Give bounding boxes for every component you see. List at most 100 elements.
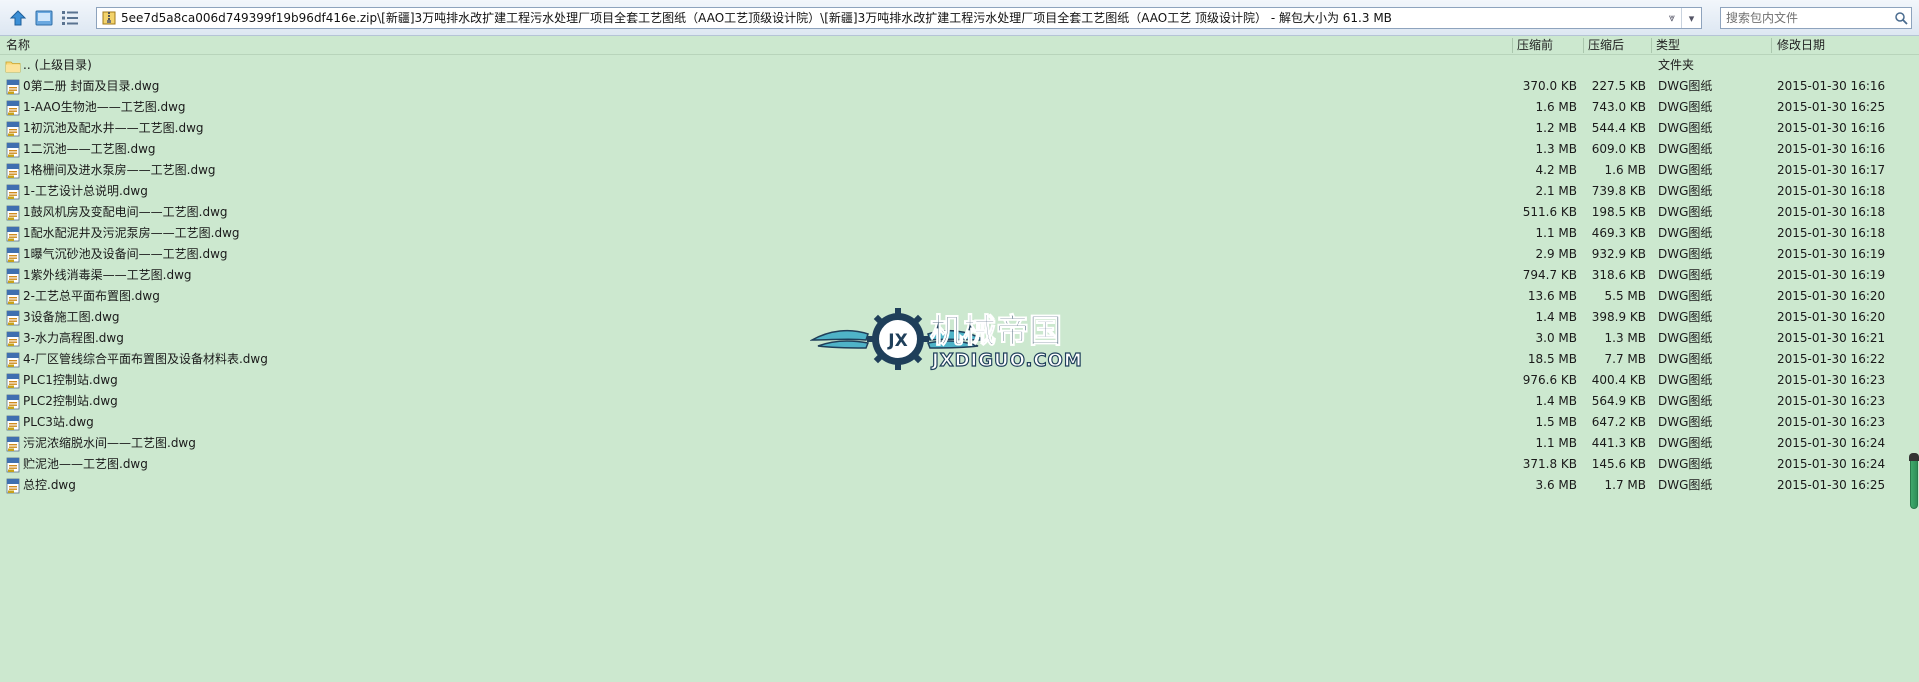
list-item[interactable]: PLC2控制站.dwg 1.4 MB 564.9 KB DWG图纸 2015-01-30… (0, 391, 1906, 412)
file-type: DWG图纸 (1658, 373, 1713, 387)
scrollbar-thumb[interactable] (1910, 453, 1918, 509)
list-item-parent-directory[interactable]: .. (上级目录) 文件夹 (0, 55, 1906, 76)
file-type: DWG图纸 (1658, 352, 1713, 366)
file-type: DWG图纸 (1658, 205, 1713, 219)
column-date[interactable]: 修改日期 (1777, 36, 1825, 55)
scrollbar-grip[interactable] (1909, 453, 1919, 461)
list-item[interactable]: 1鼓风机房及变配电间——工艺图.dwg 511.6 KB 198.5 KB DWG图纸… (0, 202, 1906, 223)
list-item[interactable]: 1配水配泥井及污泥泵房——工艺图.dwg 1.1 MB 469.3 KB DWG图纸 2… (0, 223, 1906, 244)
file-date: 2015-01-30 16:16 (1777, 121, 1886, 135)
list-item[interactable]: 0第二册 封面及目录.dwg 370.0 KB 227.5 KB DWG图纸 2015-… (0, 76, 1906, 97)
file-size-unpacked: 564.9 KB (1591, 394, 1646, 408)
dwg-file-icon (5, 205, 21, 221)
list-item[interactable]: 1-AAO生物池——工艺图.dwg 1.6 MB 743.0 KB DWG图纸 2015… (0, 97, 1906, 118)
list-item[interactable]: 贮泥池——工艺图.dwg 371.8 KB 145.6 KB DWG图纸 2015-01… (0, 454, 1906, 475)
file-type: DWG图纸 (1658, 268, 1713, 282)
toolbar: 5ee7d5a8ca006d749399f19b96df416e.zip\[新疆… (0, 0, 1919, 36)
column-header: 名称 压缩前 压缩后 类型 修改日期 (0, 36, 1919, 55)
file-date: 2015-01-30 16:25 (1777, 100, 1886, 114)
file-name: 1配水配泥井及污泥泵房——工艺图.dwg (23, 226, 240, 240)
file-size-unpacked: 5.5 MB (1604, 289, 1646, 303)
column-name[interactable]: 名称 (6, 36, 30, 55)
column-divider[interactable] (1583, 38, 1584, 53)
list-item[interactable]: 1-工艺设计总说明.dwg 2.1 MB 739.8 KB DWG图纸 2015-01-… (0, 181, 1906, 202)
vertical-scrollbar[interactable] (1908, 55, 1919, 682)
file-size-packed: 13.6 MB (1527, 289, 1577, 303)
column-packed[interactable]: 压缩前 (1517, 36, 1553, 55)
address-history-button[interactable]: ⩔ (1663, 8, 1681, 28)
file-name: 1鼓风机房及变配电间——工艺图.dwg (23, 205, 228, 219)
column-unpacked[interactable]: 压缩后 (1588, 36, 1624, 55)
file-size-unpacked: 544.4 KB (1591, 121, 1646, 135)
column-divider[interactable] (1512, 38, 1513, 53)
search-input[interactable] (1721, 8, 1891, 28)
file-date: 2015-01-30 16:25 (1777, 478, 1886, 492)
view-button[interactable] (32, 6, 56, 30)
dwg-file-icon (5, 394, 21, 410)
dwg-file-icon (5, 163, 21, 179)
file-type: DWG图纸 (1658, 457, 1713, 471)
file-size-packed: 794.7 KB (1522, 268, 1577, 282)
file-name: 3-水力高程图.dwg (23, 331, 124, 345)
file-size-packed: 3.0 MB (1535, 331, 1577, 345)
dwg-file-icon (5, 121, 21, 137)
file-size-packed: 1.3 MB (1535, 142, 1577, 156)
address-bar[interactable]: 5ee7d5a8ca006d749399f19b96df416e.zip\[新疆… (96, 7, 1702, 29)
file-size-packed: 1.1 MB (1535, 226, 1577, 240)
file-name: 4-厂区管线综合平面布置图及设备材料表.dwg (23, 352, 268, 366)
arrow-up-icon (8, 8, 28, 28)
dwg-file-icon (5, 415, 21, 431)
file-date: 2015-01-30 16:16 (1777, 142, 1886, 156)
file-size-packed: 511.6 KB (1522, 205, 1577, 219)
search-box[interactable] (1720, 7, 1912, 29)
file-size-packed: 1.4 MB (1535, 394, 1577, 408)
list-item[interactable]: PLC1控制站.dwg 976.6 KB 400.4 KB DWG图纸 2015-01-… (0, 370, 1906, 391)
list-item[interactable]: 1格栅间及进水泵房——工艺图.dwg 4.2 MB 1.6 MB DWG图纸 2015-… (0, 160, 1906, 181)
dwg-file-icon (5, 142, 21, 158)
address-dropdown-button[interactable]: ▾ (1681, 8, 1701, 28)
column-divider[interactable] (1771, 38, 1772, 53)
file-date: 2015-01-30 16:18 (1777, 205, 1886, 219)
column-divider[interactable] (1651, 38, 1652, 53)
file-date: 2015-01-30 16:23 (1777, 394, 1886, 408)
file-size-packed: 18.5 MB (1527, 352, 1577, 366)
file-date: 2015-01-30 16:22 (1777, 352, 1886, 366)
file-size-unpacked: 1.3 MB (1604, 331, 1646, 345)
file-date: 2015-01-30 16:16 (1777, 79, 1886, 93)
list-item[interactable]: 2-工艺总平面布置图.dwg 13.6 MB 5.5 MB DWG图纸 2015-01-… (0, 286, 1906, 307)
file-size-packed: 976.6 KB (1522, 373, 1577, 387)
file-size-unpacked: 400.4 KB (1591, 373, 1646, 387)
column-type[interactable]: 类型 (1656, 36, 1680, 55)
file-name: 1-AAO生物池——工艺图.dwg (23, 100, 186, 114)
file-size-unpacked: 398.9 KB (1591, 310, 1646, 324)
file-size-unpacked: 7.7 MB (1604, 352, 1646, 366)
dwg-file-icon (5, 457, 21, 473)
file-name: 1-工艺设计总说明.dwg (23, 184, 148, 198)
up-button[interactable] (6, 6, 30, 30)
list-item[interactable]: 总控.dwg 3.6 MB 1.7 MB DWG图纸 2015-01-30 16:25 (0, 475, 1906, 496)
list-item[interactable]: 1初沉池及配水井——工艺图.dwg 1.2 MB 544.4 KB DWG图纸 2015… (0, 118, 1906, 139)
view-icon (34, 8, 54, 28)
details-view-button[interactable] (58, 6, 82, 30)
list-item[interactable]: 1紫外线消毒渠——工艺图.dwg 794.7 KB 318.6 KB DWG图纸 201… (0, 265, 1906, 286)
file-date: 2015-01-30 16:18 (1777, 184, 1886, 198)
list-item[interactable]: 污泥浓缩脱水间——工艺图.dwg 1.1 MB 441.3 KB DWG图纸 2015-… (0, 433, 1906, 454)
file-name: 贮泥池——工艺图.dwg (23, 457, 148, 471)
file-name: 1紫外线消毒渠——工艺图.dwg (23, 268, 192, 282)
file-name: 污泥浓缩脱水间——工艺图.dwg (23, 436, 196, 450)
file-date: 2015-01-30 16:20 (1777, 289, 1886, 303)
list-item[interactable]: 1二沉池——工艺图.dwg 1.3 MB 609.0 KB DWG图纸 2015-01-… (0, 139, 1906, 160)
search-icon[interactable] (1891, 8, 1911, 28)
address-text[interactable]: 5ee7d5a8ca006d749399f19b96df416e.zip\[新疆… (121, 8, 1663, 28)
list-item[interactable]: PLC3站.dwg 1.5 MB 647.2 KB DWG图纸 2015-01-30 1… (0, 412, 1906, 433)
dwg-file-icon (5, 373, 21, 389)
file-name: 2-工艺总平面布置图.dwg (23, 289, 160, 303)
list-item[interactable]: 1曝气沉砂池及设备间——工艺图.dwg 2.9 MB 932.9 KB DWG图纸 20… (0, 244, 1906, 265)
file-name: 0第二册 封面及目录.dwg (23, 79, 160, 93)
file-name: PLC2控制站.dwg (23, 394, 118, 408)
history-icon: ⩔ (1668, 11, 1676, 24)
file-size-unpacked: 739.8 KB (1591, 184, 1646, 198)
file-size-packed: 2.1 MB (1535, 184, 1577, 198)
file-size-packed: 1.2 MB (1535, 121, 1577, 135)
file-size-unpacked: 227.5 KB (1591, 79, 1646, 93)
